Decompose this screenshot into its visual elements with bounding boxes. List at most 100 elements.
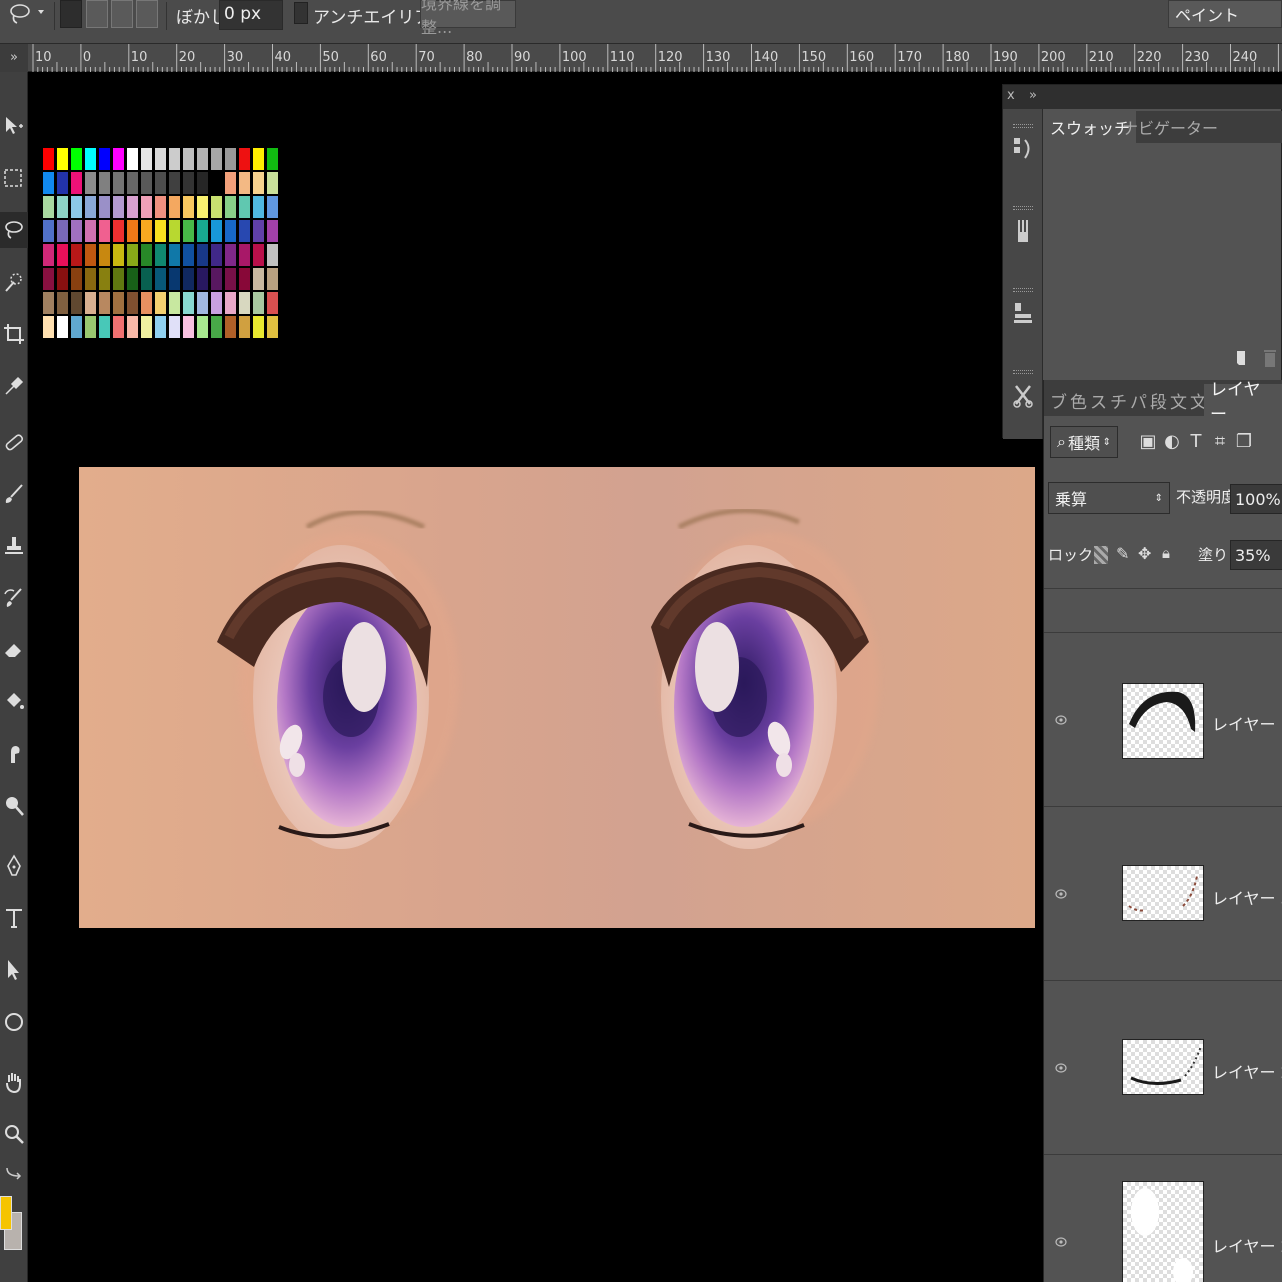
color-swatch[interactable]: [141, 244, 152, 266]
color-swatch[interactable]: [71, 244, 82, 266]
document-canvas[interactable]: [79, 467, 1035, 928]
color-swatch[interactable]: [141, 316, 152, 338]
add-to-selection-button[interactable]: [86, 0, 108, 28]
color-swatch[interactable]: [141, 268, 152, 290]
quick-selection-tool-icon[interactable]: [0, 264, 28, 300]
color-swatch[interactable]: [127, 172, 138, 194]
color-swatch[interactable]: [57, 316, 68, 338]
close-panel-button[interactable]: x: [1007, 88, 1015, 103]
clone-source-panel-icon[interactable]: [1007, 277, 1039, 337]
lock-pixels-icon[interactable]: ✎: [1116, 544, 1129, 563]
color-swatch[interactable]: [225, 196, 236, 218]
feather-input[interactable]: 0 px: [219, 0, 283, 30]
color-swatch[interactable]: [85, 148, 96, 170]
refine-edge-button[interactable]: 境界線を調整...: [420, 0, 516, 37]
history-brush-tool-icon[interactable]: [0, 580, 28, 616]
color-swatch[interactable]: [239, 220, 250, 242]
color-swatch[interactable]: [127, 316, 138, 338]
color-swatch[interactable]: [155, 244, 166, 266]
zoom-tool-icon[interactable]: [0, 1116, 28, 1152]
color-swatch[interactable]: [267, 220, 278, 242]
color-swatch[interactable]: [57, 268, 68, 290]
brush-presets-panel-icon[interactable]: [1007, 195, 1039, 255]
color-swatch[interactable]: [99, 196, 110, 218]
color-swatch[interactable]: [253, 316, 264, 338]
color-swatch[interactable]: [239, 148, 250, 170]
color-swatch[interactable]: [71, 268, 82, 290]
color-swatch[interactable]: [43, 268, 54, 290]
color-swatch[interactable]: [183, 316, 194, 338]
color-swatch[interactable]: [141, 292, 152, 314]
antialias-checkbox[interactable]: [294, 2, 308, 24]
color-swatch[interactable]: [211, 244, 222, 266]
type-tool-icon[interactable]: [0, 900, 28, 936]
color-swatch[interactable]: [127, 268, 138, 290]
color-swatch[interactable]: [141, 196, 152, 218]
color-swatch[interactable]: [127, 292, 138, 314]
color-swatch[interactable]: [113, 268, 124, 290]
color-swatch[interactable]: [197, 244, 208, 266]
color-swatch[interactable]: [85, 268, 96, 290]
color-swatch[interactable]: [71, 220, 82, 242]
color-swatch[interactable]: [85, 316, 96, 338]
color-swatch[interactable]: [57, 220, 68, 242]
color-swatch[interactable]: [253, 148, 264, 170]
path-selection-tool-icon[interactable]: [0, 952, 28, 988]
tab-layers[interactable]: レイヤー: [1204, 380, 1282, 425]
color-swatch[interactable]: [197, 172, 208, 194]
color-swatch[interactable]: [43, 292, 54, 314]
blend-mode-select[interactable]: 乗算 ⇕: [1048, 482, 1170, 514]
color-swatch[interactable]: [183, 148, 194, 170]
color-swatch[interactable]: [169, 292, 180, 314]
color-swatch[interactable]: [169, 316, 180, 338]
color-swatch[interactable]: [211, 172, 222, 194]
color-swatch[interactable]: [43, 148, 54, 170]
color-swatch[interactable]: [99, 268, 110, 290]
color-swatch[interactable]: [267, 148, 278, 170]
color-swatch[interactable]: [225, 316, 236, 338]
color-swatch[interactable]: [127, 244, 138, 266]
foreground-color-swatch[interactable]: [0, 1196, 12, 1230]
color-swatch[interactable]: [155, 292, 166, 314]
color-swatch[interactable]: [99, 316, 110, 338]
color-swatch[interactable]: [211, 196, 222, 218]
layer-row[interactable]: レイヤー 34: [1044, 806, 1282, 980]
tab-color[interactable]: 色: [1070, 384, 1087, 416]
color-swatch[interactable]: [239, 316, 250, 338]
color-swatch[interactable]: [253, 268, 264, 290]
color-swatch[interactable]: [141, 172, 152, 194]
color-swatch[interactable]: [71, 292, 82, 314]
color-swatch[interactable]: [127, 196, 138, 218]
color-swatch[interactable]: [43, 220, 54, 242]
color-swatch[interactable]: [113, 220, 124, 242]
color-swatch[interactable]: [169, 172, 180, 194]
eye-visibility-icon[interactable]: [1054, 1235, 1068, 1249]
toolbar-collapse-button[interactable]: »: [0, 44, 28, 72]
color-swatch[interactable]: [211, 148, 222, 170]
color-swatch[interactable]: [225, 244, 236, 266]
collapse-panel-button[interactable]: »: [1029, 88, 1037, 103]
color-swatch[interactable]: [197, 148, 208, 170]
eraser-tool-icon[interactable]: [0, 632, 28, 668]
color-swatch[interactable]: [197, 292, 208, 314]
color-swatch[interactable]: [183, 172, 194, 194]
color-swatch[interactable]: [253, 196, 264, 218]
color-swatch[interactable]: [127, 220, 138, 242]
color-swatch[interactable]: [113, 244, 124, 266]
color-swatch[interactable]: [183, 244, 194, 266]
lock-position-icon[interactable]: ✥: [1138, 544, 1151, 563]
color-swatch[interactable]: [267, 268, 278, 290]
color-swatch[interactable]: [71, 148, 82, 170]
ellipse-tool-icon[interactable]: [0, 1004, 28, 1040]
color-swatch[interactable]: [211, 316, 222, 338]
color-swatch[interactable]: [113, 172, 124, 194]
color-swatch[interactable]: [169, 244, 180, 266]
color-swatch[interactable]: [239, 244, 250, 266]
swap-colors-icon[interactable]: [0, 1158, 28, 1186]
color-swatch[interactable]: [71, 196, 82, 218]
color-swatch[interactable]: [85, 220, 96, 242]
color-swatch[interactable]: [155, 268, 166, 290]
crop-tool-icon[interactable]: [0, 316, 28, 352]
color-swatch[interactable]: [253, 244, 264, 266]
color-swatch[interactable]: [169, 196, 180, 218]
